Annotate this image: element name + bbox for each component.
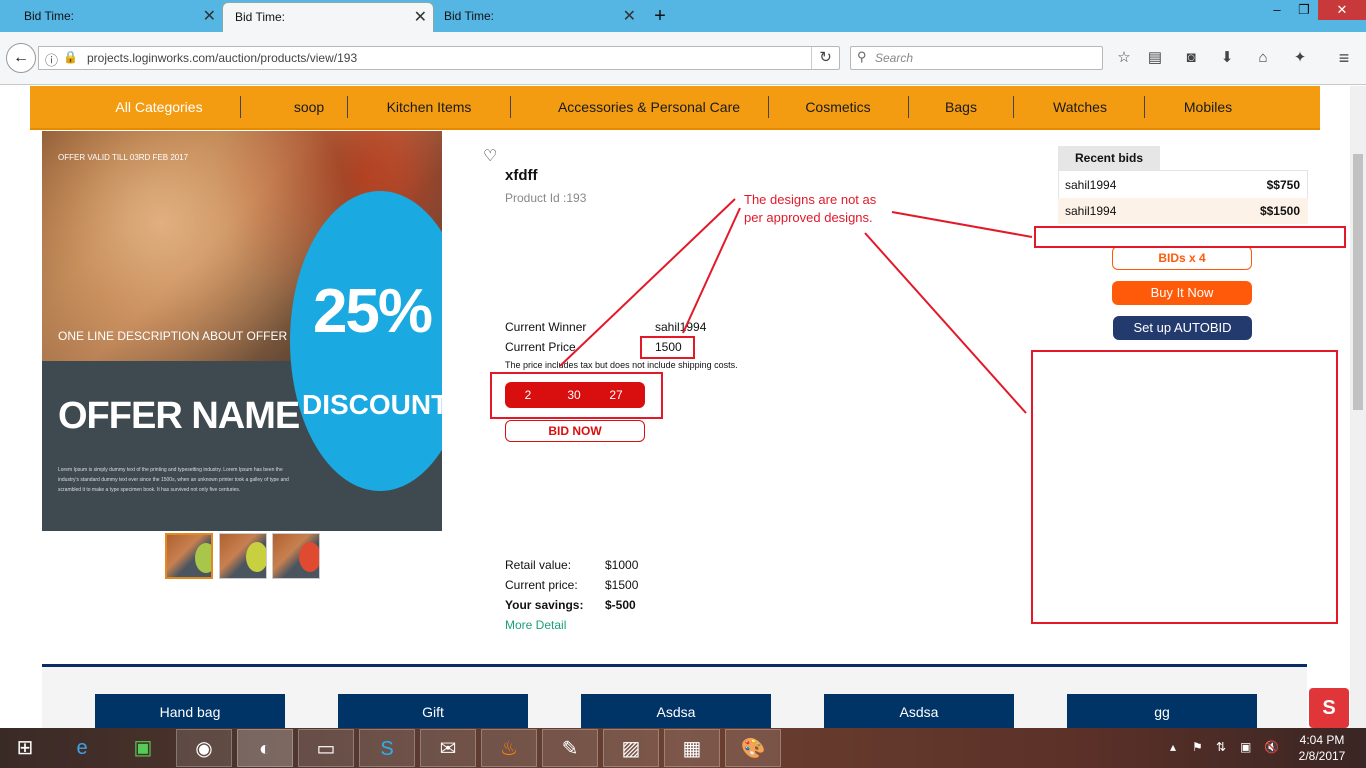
annotation-lines [559, 198, 1033, 414]
footer-category-gg[interactable]: gg [1067, 694, 1257, 728]
skype-icon[interactable]: S [359, 729, 415, 767]
footer-category-asdsa-1[interactable]: Asdsa [581, 694, 771, 728]
tray-arrow-icon[interactable]: ▴ [1170, 740, 1176, 754]
display-icon[interactable]: ▣ [1240, 740, 1251, 754]
action-center-flag-icon[interactable]: ⚑ [1192, 740, 1203, 754]
windows-start-icon[interactable]: ⊞ [0, 729, 50, 767]
annotation-line [891, 211, 1033, 238]
annotation-text-line1: The designs are not as [744, 192, 877, 207]
chrome-icon[interactable]: ◉ [176, 729, 232, 767]
paint-icon[interactable]: 🎨 [725, 729, 781, 767]
app-flame-icon[interactable]: ♨ [481, 729, 537, 767]
footer-category-asdsa-2[interactable]: Asdsa [824, 694, 1014, 728]
chat-widget-icon[interactable]: S [1309, 688, 1349, 728]
file-explorer-icon[interactable]: ▭ [298, 729, 354, 767]
notepad-icon[interactable]: ✎ [542, 729, 598, 767]
firefox-icon[interactable]: ◐ [237, 729, 293, 767]
photo-viewer-icon[interactable]: ▨ [603, 729, 659, 767]
annotation-line [864, 232, 1027, 414]
annotation-line [682, 207, 741, 334]
clock-time[interactable]: 4:04 PM [1296, 733, 1348, 747]
annotation-line [559, 198, 736, 367]
footer-category-hand-bag[interactable]: Hand bag [95, 694, 285, 728]
thunderbird-icon[interactable]: ✉ [420, 729, 476, 767]
volume-muted-icon[interactable]: 🔇 [1264, 740, 1279, 754]
network-icon[interactable]: ⇅ [1216, 740, 1226, 754]
clock-date[interactable]: 2/8/2017 [1296, 749, 1348, 763]
windows-store-icon[interactable]: ▣ [115, 729, 171, 767]
footer-category-gift[interactable]: Gift [338, 694, 528, 728]
internet-explorer-icon[interactable]: e [54, 729, 110, 767]
annotation-text-line2: per approved designs. [744, 210, 873, 225]
control-panel-icon[interactable]: ▦ [664, 729, 720, 767]
